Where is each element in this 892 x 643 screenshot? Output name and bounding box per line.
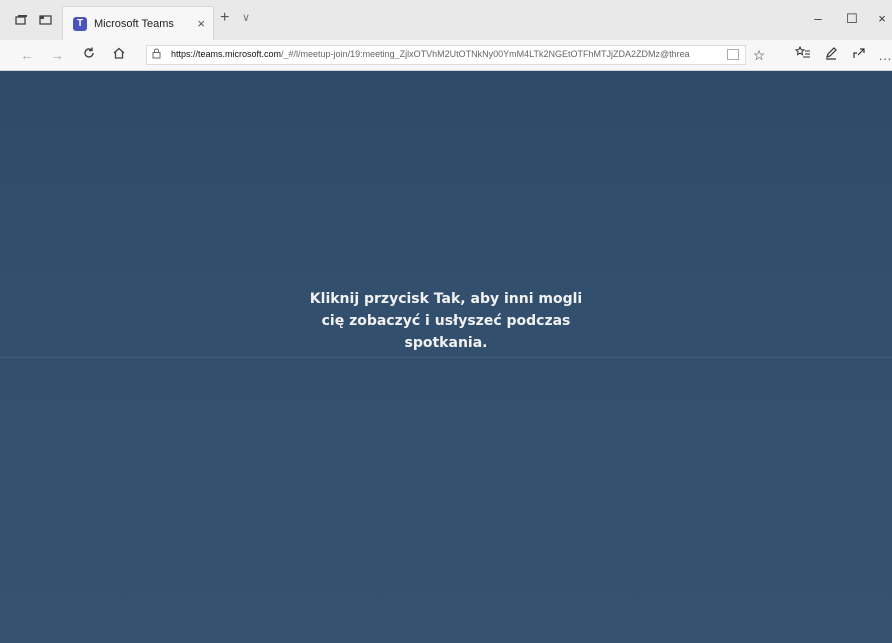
tab-menu-chevron-icon[interactable]: ∨ — [242, 11, 250, 24]
new-tab-button[interactable]: + — [220, 9, 229, 27]
back-icon[interactable]: ← — [18, 46, 36, 64]
meeting-content-area — [0, 71, 892, 643]
lock-icon — [152, 48, 161, 62]
refresh-icon[interactable] — [80, 46, 98, 64]
favorite-star-icon[interactable]: ☆ — [750, 46, 768, 64]
message-line-1: Kliknij przycisk Tak, aby inni mogli — [309, 291, 583, 307]
tab-close-icon[interactable]: × — [197, 16, 205, 31]
forward-icon[interactable]: → — [48, 46, 66, 64]
url-text[interactable]: https://teams.microsoft.com/_#/l/meetup-… — [171, 49, 716, 59]
message-line-3: spotkania. — [404, 335, 488, 351]
maximize-button[interactable]: ☐ — [840, 10, 864, 28]
more-icon[interactable]: … — [876, 46, 892, 64]
tab-preview-icon[interactable] — [36, 12, 54, 28]
tab-title: Microsoft Teams — [94, 18, 174, 30]
divider — [0, 357, 892, 358]
browser-titlebar: T Microsoft Teams × + ∨ – ☐ × — [0, 0, 892, 40]
address-bar[interactable]: https://teams.microsoft.com/_#/l/meetup-… — [146, 45, 746, 65]
tab-set-aside-icon[interactable] — [12, 12, 30, 28]
close-window-button[interactable]: × — [870, 10, 892, 28]
minimize-button[interactable]: – — [806, 10, 830, 28]
favorites-hub-icon[interactable] — [794, 45, 812, 64]
home-icon[interactable] — [110, 46, 128, 64]
share-icon[interactable] — [850, 46, 868, 64]
pen-icon[interactable] — [822, 46, 840, 64]
browser-toolbar: ← → https://teams.microsoft.com/_#/l/mee… — [0, 40, 892, 71]
reading-view-icon[interactable] — [727, 49, 739, 60]
browser-tab-active[interactable]: T Microsoft Teams × — [62, 6, 214, 40]
url-path: /_#/l/meetup-join/19:meeting_ZjlxOTVhM2U… — [281, 49, 690, 59]
url-domain: https://teams.microsoft.com — [171, 49, 282, 59]
message-line-2: cię zobaczyć i usłyszeć podczas — [321, 313, 571, 329]
teams-logo-icon: T — [73, 17, 87, 31]
permission-message: Kliknij przycisk Tak, aby inni mogli cię… — [296, 288, 596, 354]
